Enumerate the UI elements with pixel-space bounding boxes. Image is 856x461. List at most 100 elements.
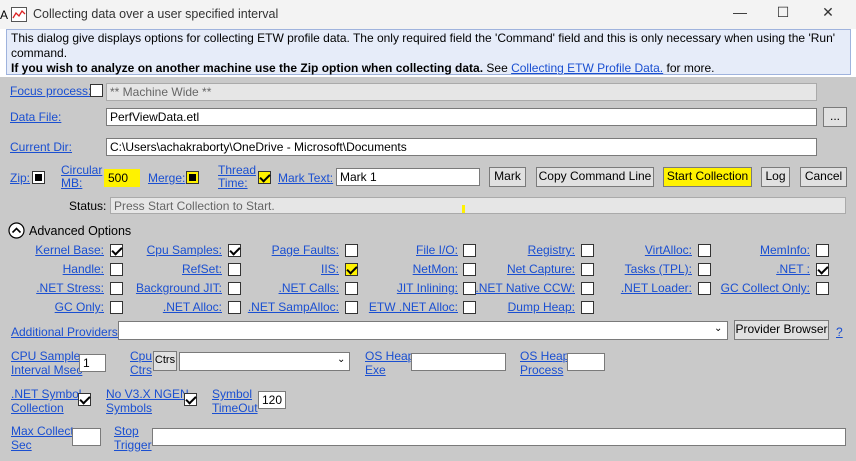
option-checkbox-cpu-samples[interactable] [228,244,241,257]
minimize-button[interactable]: — [717,4,763,26]
option-label-net-alloc[interactable]: .NET Alloc: [163,300,222,314]
option-label-handle[interactable]: Handle: [63,262,104,276]
zip-checkbox[interactable] [32,171,45,184]
option-checkbox-handle[interactable] [110,263,123,276]
focus-process-label[interactable]: Focus process: [10,84,91,98]
option-checkbox-net-alloc[interactable] [228,301,241,314]
option-checkbox-net-calls[interactable] [345,282,358,295]
stop-trigger-label[interactable]: Stop Trigger [114,424,152,452]
option-label-gc-collect-only[interactable]: GC Collect Only: [721,281,810,295]
option-label-gc-only[interactable]: GC Only: [55,300,104,314]
symbol-timeout-input[interactable]: 120 [258,391,286,409]
option-checkbox-gc-collect-only[interactable] [816,282,829,295]
current-dir-label[interactable]: Current Dir: [10,140,72,154]
data-file-input[interactable]: PerfViewData.etl [106,108,817,126]
net-symbol-checkbox[interactable] [78,393,91,406]
collecting-etw-link[interactable]: Collecting ETW Profile Data. [511,61,663,75]
option-checkbox-virtalloc[interactable] [698,244,711,257]
no-ngen-symbols-label[interactable]: No V3.X NGEN Symbols [106,387,189,415]
option-label-net-loader[interactable]: .NET Loader: [621,281,692,295]
option-label-virtalloc[interactable]: VirtAlloc: [645,243,692,257]
option-checkbox-page-faults[interactable] [345,244,358,257]
option-label-net-capture[interactable]: Net Capture: [507,262,575,276]
chevron-up-icon[interactable] [8,222,25,239]
cpu-sample-input[interactable]: 1 [79,354,106,372]
cpu-ctrs-select[interactable] [179,352,350,371]
ctrs-button[interactable]: Ctrs [153,351,177,371]
advanced-options-label[interactable]: Advanced Options [29,224,131,238]
option-checkbox-net-sampalloc[interactable] [345,301,358,314]
cpu-ctrs-label[interactable]: Cpu Ctrs [130,349,152,377]
option-checkbox-background-jit[interactable] [228,282,241,295]
stop-trigger-input[interactable] [152,428,846,446]
option-label-tasks-tpl[interactable]: Tasks (TPL): [625,262,692,276]
option-checkbox-net[interactable] [816,263,829,276]
close-button[interactable]: ✕ [805,4,851,26]
max-collect-sec-label[interactable]: Max Collect Sec [11,424,74,452]
option-label-iis[interactable]: IIS: [321,262,339,276]
provider-browser-button[interactable]: Provider Browser [734,320,829,340]
option-checkbox-net-capture[interactable] [581,263,594,276]
option-checkbox-kernel-base[interactable] [110,244,123,257]
option-checkbox-jit-inlining[interactable] [463,282,476,295]
os-heap-process-label[interactable]: OS Heap Process [520,349,569,377]
focus-process-input[interactable]: ** Machine Wide ** [106,83,817,101]
ctrs-dropdown-icon[interactable]: ⌄ [337,354,345,365]
additional-providers-label[interactable]: Additional Providers: [11,325,121,339]
os-heap-process-input[interactable] [567,353,605,371]
browse-button[interactable]: ... [823,107,847,127]
option-label-netmon[interactable]: NetMon: [413,262,458,276]
option-checkbox-dump-heap[interactable] [581,301,594,314]
net-symbol-collection-label[interactable]: .NET Symbol Collection [11,387,81,415]
additional-providers-input[interactable] [118,321,728,340]
option-label-net-native-ccw[interactable]: .NET Native CCW: [475,281,575,295]
start-collection-button[interactable]: Start Collection [663,167,752,187]
option-label-file-i-o[interactable]: File I/O: [416,243,458,257]
option-checkbox-net-loader[interactable] [698,282,711,295]
option-checkbox-refset[interactable] [228,263,241,276]
option-label-etw-net-alloc[interactable]: ETW .NET Alloc: [369,300,458,314]
circular-mb-label[interactable]: Circular MB: [61,164,102,190]
option-label-net-calls[interactable]: .NET Calls: [279,281,339,295]
no-ngen-checkbox[interactable] [184,393,197,406]
option-label-registry[interactable]: Registry: [528,243,575,257]
mark-button[interactable]: Mark [489,167,526,187]
option-label-cpu-samples[interactable]: Cpu Samples: [147,243,222,257]
merge-checkbox[interactable] [186,171,199,184]
option-label-background-jit[interactable]: Background JIT: [136,281,222,295]
option-checkbox-registry[interactable] [581,244,594,257]
option-label-net[interactable]: .NET : [776,262,810,276]
cancel-button[interactable]: Cancel [800,167,847,187]
data-file-label[interactable]: Data File: [10,110,61,124]
option-checkbox-net-native-ccw[interactable] [581,282,594,295]
option-checkbox-iis[interactable] [345,263,358,276]
option-label-jit-inlining[interactable]: JIT Inlining: [397,281,458,295]
maximize-button[interactable]: ☐ [760,4,806,26]
cpu-sample-interval-label[interactable]: CPU Sample Interval Msec [11,349,82,377]
option-checkbox-gc-only[interactable] [110,301,123,314]
mark-text-label[interactable]: Mark Text: [278,171,333,185]
os-heap-exe-input[interactable] [411,353,506,371]
current-dir-input[interactable]: C:\Users\achakraborty\OneDrive - Microso… [106,138,817,156]
copy-command-line-button[interactable]: Copy Command Line [536,167,654,187]
max-collect-input[interactable] [72,428,101,446]
thread-time-checkbox[interactable] [258,171,271,184]
zip-label[interactable]: Zip: [10,171,30,185]
mark-text-input[interactable]: Mark 1 [336,168,480,186]
focus-process-checkbox[interactable] [90,84,103,97]
option-checkbox-meminfo[interactable] [816,244,829,257]
providers-dropdown-icon[interactable]: ⌄ [714,323,722,334]
merge-label[interactable]: Merge: [148,171,185,185]
option-label-net-sampalloc[interactable]: .NET SampAlloc: [248,300,339,314]
symbol-timeout-label[interactable]: Symbol TimeOut [212,387,258,415]
option-checkbox-tasks-tpl[interactable] [698,263,711,276]
log-button[interactable]: Log [761,167,790,187]
os-heap-exe-label[interactable]: OS Heap Exe [365,349,414,377]
option-label-kernel-base[interactable]: Kernel Base: [35,243,104,257]
option-label-net-stress[interactable]: .NET Stress: [36,281,104,295]
option-checkbox-file-i-o[interactable] [463,244,476,257]
option-label-dump-heap[interactable]: Dump Heap: [508,300,575,314]
circular-mb-input[interactable]: 500 [104,169,140,187]
thread-time-label[interactable]: Thread Time: [218,164,256,190]
option-checkbox-etw-net-alloc[interactable] [463,301,476,314]
